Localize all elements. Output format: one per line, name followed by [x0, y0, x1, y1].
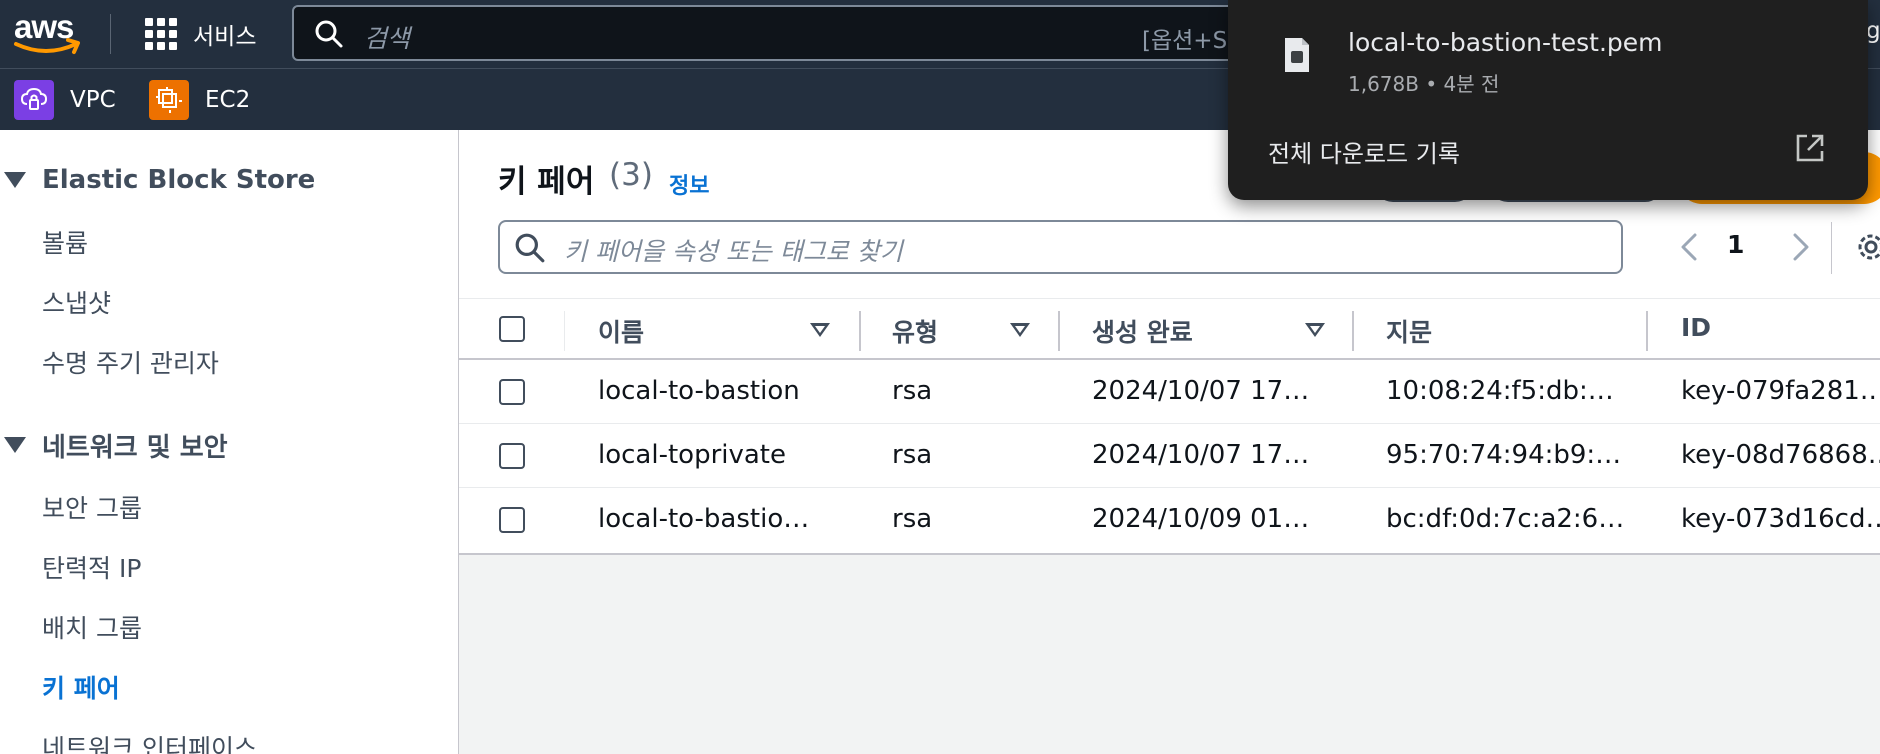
column-header-type[interactable]: 유형	[892, 313, 938, 349]
cell-id: key-079fa281…	[1681, 376, 1880, 406]
caret-down-icon	[4, 437, 26, 453]
page-title: 키 페어	[498, 164, 595, 200]
search-icon	[515, 233, 545, 263]
cell-type: rsa	[892, 504, 933, 534]
row-checkbox[interactable]	[499, 443, 525, 469]
cell-created: 2024/10/07 17…	[1092, 440, 1310, 470]
search-placeholder: 검색	[364, 24, 411, 53]
column-resizer[interactable]	[1058, 311, 1060, 351]
chevron-right-icon	[1793, 233, 1809, 261]
cell-fingerprint: 10:08:24:f5:db:…	[1386, 376, 1614, 406]
topbar-divider	[110, 14, 111, 54]
previous-page-button[interactable]	[1677, 227, 1701, 267]
nav-item-volumes[interactable]: 볼륨	[42, 224, 88, 260]
table-header: 이름 유형 생성 완료 지문 ID	[459, 298, 1880, 360]
column-resizer[interactable]	[859, 311, 861, 351]
row-checkbox[interactable]	[499, 507, 525, 533]
search-shortcut-hint: [옵션+S	[1142, 28, 1228, 54]
search-icon	[315, 20, 343, 48]
nav-item-network-interfaces[interactable]: 네트워크 인터페이스	[42, 729, 257, 754]
caret-down-icon	[4, 172, 26, 188]
download-filename[interactable]: local-to-bastion-test.pem	[1348, 28, 1663, 57]
side-navigation: Elastic Block Store 볼륨 스냅샷 수명 주기 관리자 네트워…	[0, 130, 459, 754]
aws-smile-icon	[14, 38, 80, 54]
column-resizer[interactable]	[1646, 311, 1648, 351]
sort-icon[interactable]	[1010, 323, 1030, 337]
nav-section-heading: Elastic Block Store	[42, 165, 316, 195]
nav-section-network-security[interactable]: 네트워크 및 보안	[0, 425, 228, 465]
column-divider	[564, 311, 565, 351]
nav-item-key-pairs[interactable]: 키 페어	[42, 669, 120, 705]
cell-created: 2024/10/09 01…	[1092, 504, 1310, 534]
cell-type: rsa	[892, 440, 933, 470]
row-checkbox[interactable]	[499, 379, 525, 405]
favorite-ec2[interactable]: EC2	[149, 80, 250, 120]
chevron-left-icon	[1681, 233, 1697, 261]
apps-grid-icon	[145, 18, 177, 50]
nav-section-heading: 네트워크 및 보안	[42, 432, 228, 463]
nav-item-elastic-ips[interactable]: 탄력적 IP	[42, 549, 141, 585]
cell-name: local-toprivate	[598, 440, 786, 470]
cell-name: local-to-bastio…	[598, 504, 810, 534]
ec2-icon	[149, 80, 189, 120]
download-meta: 1,678B • 4분 전	[1348, 72, 1500, 96]
cell-id: key-08d76868…	[1681, 440, 1880, 470]
table-row[interactable]: local-toprivate rsa 2024/10/07 17… 95:70…	[459, 424, 1880, 488]
cell-type: rsa	[892, 376, 933, 406]
account-menu-text[interactable]: g	[1866, 18, 1880, 44]
pagination-divider	[1831, 222, 1832, 274]
table-row[interactable]: local-to-bastio… rsa 2024/10/09 01… bc:d…	[459, 488, 1880, 552]
nav-item-security-groups[interactable]: 보안 그룹	[42, 489, 142, 525]
sort-icon[interactable]	[810, 323, 830, 337]
nav-item-placement-groups[interactable]: 배치 그룹	[42, 609, 142, 645]
filter-input[interactable]: 키 페어을 속성 또는 태그로 찾기	[498, 220, 1623, 274]
item-count: (3)	[609, 157, 653, 193]
column-header-created[interactable]: 생성 완료	[1092, 313, 1193, 349]
filter-placeholder: 키 페어을 속성 또는 태그로 찾기	[564, 237, 903, 266]
download-popup: local-to-bastion-test.pem 1,678B • 4분 전 …	[1228, 0, 1868, 200]
nav-item-lifecycle-manager[interactable]: 수명 주기 관리자	[42, 344, 219, 380]
column-header-fingerprint[interactable]: 지문	[1386, 313, 1432, 349]
column-header-id[interactable]: ID	[1681, 313, 1711, 342]
cell-fingerprint: 95:70:74:94:b9:…	[1386, 440, 1622, 470]
select-all-checkbox[interactable]	[499, 316, 525, 342]
favorite-ec2-label: EC2	[205, 87, 251, 113]
column-header-name[interactable]: 이름	[598, 313, 644, 349]
next-page-button[interactable]	[1789, 227, 1813, 267]
sort-icon[interactable]	[1305, 323, 1325, 337]
aws-logo[interactable]: aws	[12, 8, 82, 58]
favorite-vpc[interactable]: VPC	[14, 80, 116, 120]
services-menu-button[interactable]: 서비스	[145, 14, 256, 54]
gear-icon[interactable]	[1854, 230, 1880, 264]
column-resizer[interactable]	[1352, 311, 1354, 351]
info-link[interactable]: 정보	[669, 168, 709, 200]
cell-created: 2024/10/07 17…	[1092, 376, 1310, 406]
cell-fingerprint: bc:df:0d:7c:a2:6…	[1386, 504, 1625, 534]
main-content: 키 페어 (3) 정보 키 페어을 속성 또는 태그로 찾기 1 이름 유형 생…	[459, 130, 1880, 754]
vpc-icon	[14, 80, 54, 120]
nav-section-ebs[interactable]: Elastic Block Store	[0, 160, 315, 200]
external-link-icon[interactable]	[1792, 130, 1828, 166]
page-number[interactable]: 1	[1727, 230, 1744, 259]
favorite-vpc-label: VPC	[70, 87, 116, 113]
cell-name: local-to-bastion	[598, 376, 800, 406]
table-row[interactable]: local-to-bastion rsa 2024/10/07 17… 10:0…	[459, 360, 1880, 424]
cell-id: key-073d16cd…	[1681, 504, 1880, 534]
file-icon	[1285, 38, 1309, 72]
nav-item-snapshots[interactable]: 스냅샷	[42, 284, 111, 320]
services-label: 서비스	[193, 24, 257, 50]
all-downloads-link[interactable]: 전체 다운로드 기록	[1268, 134, 1460, 169]
